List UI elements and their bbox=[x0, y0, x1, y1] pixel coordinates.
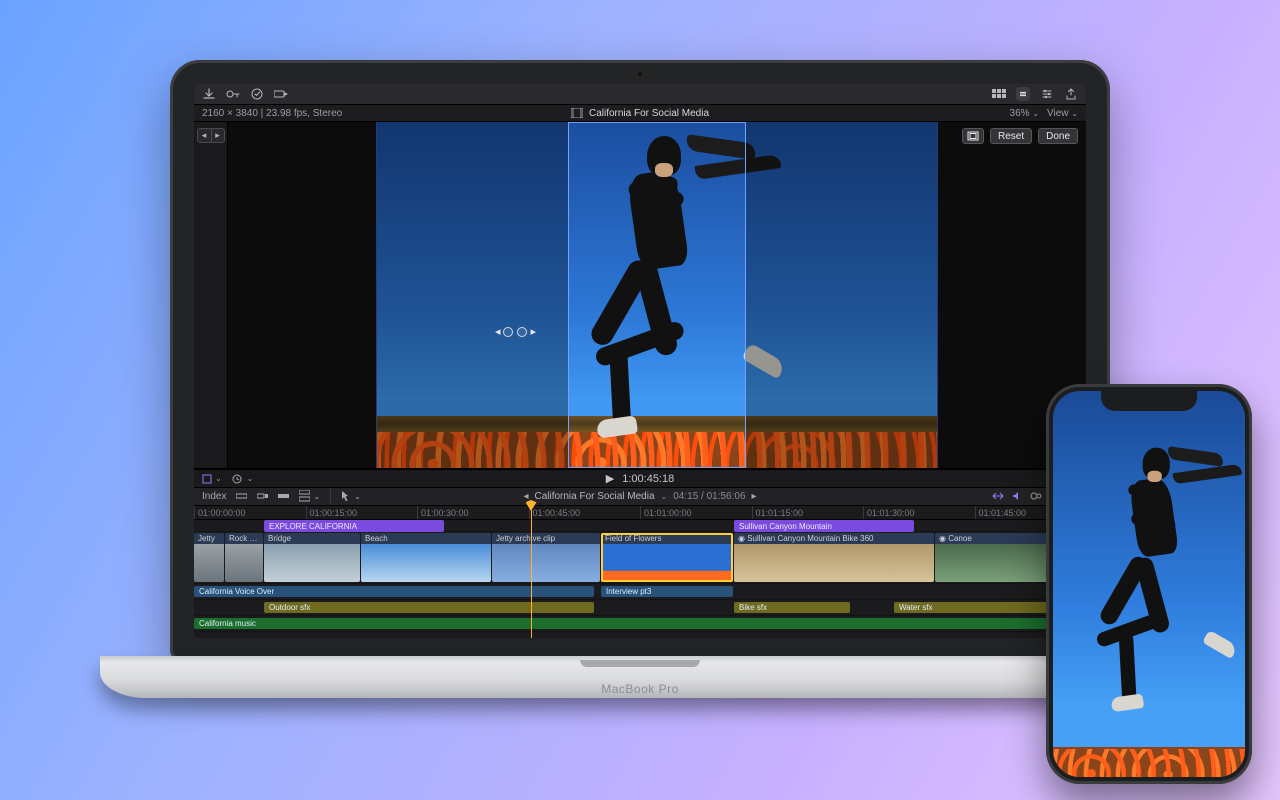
iphone-runner-silhouette bbox=[1073, 442, 1225, 706]
reset-button[interactable]: Reset bbox=[990, 128, 1032, 144]
video-clip[interactable]: Jetty archive clip bbox=[492, 533, 600, 582]
viewer-canvas[interactable]: ◂▸ bbox=[377, 122, 937, 468]
macbook-hinge: MacBook Pro bbox=[100, 656, 1180, 698]
timeline-project-name[interactable]: California For Social Media bbox=[534, 491, 654, 502]
macbook-screen: 2160 × 3840 | 23.98 fps, Stereo Californ… bbox=[194, 84, 1086, 638]
audio-clip[interactable]: Outdoor sfx bbox=[264, 602, 594, 613]
canvas-flowers bbox=[377, 432, 937, 468]
timeline-history-fwd-icon[interactable]: ▸ bbox=[752, 491, 757, 502]
ruler-tick: 01:01:30:00 bbox=[863, 506, 915, 519]
iphone-screen bbox=[1053, 391, 1245, 777]
solo-icon[interactable] bbox=[1030, 491, 1042, 501]
inspector-icon[interactable] bbox=[1040, 87, 1054, 101]
ruler-tick: 01:01:45:00 bbox=[975, 506, 1027, 519]
transform-menu[interactable]: ⌄ bbox=[202, 474, 222, 484]
insert-clip-icon[interactable] bbox=[236, 491, 247, 501]
chapter-marker[interactable]: Sullivan Canyon Mountain bbox=[734, 520, 914, 532]
dialogue-lane[interactable]: California Voice Over Interview pt3 bbox=[194, 584, 1086, 600]
transport-bar: ⌄ ⌄ ▶ 1:00:45:18 bbox=[194, 469, 1086, 486]
share-icon[interactable] bbox=[1064, 87, 1078, 101]
video-clip[interactable]: Field of Flowers bbox=[601, 533, 733, 582]
ruler-tick: 01:01:15:00 bbox=[752, 506, 804, 519]
ruler-tick: 01:00:45:00 bbox=[529, 506, 581, 519]
audio-clip[interactable]: Interview pt3 bbox=[601, 586, 733, 597]
layout-grid-icon[interactable] bbox=[992, 87, 1006, 101]
audio-skim-icon[interactable] bbox=[1012, 491, 1022, 501]
video-editor-app: 2160 × 3840 | 23.98 fps, Stereo Californ… bbox=[194, 84, 1086, 638]
video-clip[interactable]: Bridge bbox=[264, 533, 360, 582]
viewer-area: ◂ ▸ Reset Done bbox=[194, 122, 1086, 469]
iphone-flowers bbox=[1053, 749, 1245, 777]
toolbar-left-group bbox=[202, 87, 288, 101]
audio-clip[interactable]: Bike sfx bbox=[734, 602, 850, 613]
app-toolbar bbox=[194, 84, 1086, 105]
append-clip-icon[interactable] bbox=[257, 491, 268, 501]
app-infobar: 2160 × 3840 | 23.98 fps, Stereo Californ… bbox=[194, 105, 1086, 122]
viewer-canvas-wrap[interactable]: Reset Done bbox=[228, 122, 1086, 468]
video-lane[interactable]: JettyRock climbBridgeBeachJetty archive … bbox=[194, 532, 1086, 584]
timeline-toolbar: Index ⌄ ⌄ ◂ California For Social Media … bbox=[194, 487, 1086, 506]
retime-menu[interactable]: ⌄ bbox=[232, 474, 254, 484]
viewer-top-buttons: Reset Done bbox=[962, 128, 1078, 144]
marker-lane: EXPLORE CALIFORNIA Sullivan Canyon Mounta… bbox=[194, 520, 1086, 532]
crop-mode-button[interactable] bbox=[962, 128, 984, 144]
playhead[interactable] bbox=[531, 504, 532, 638]
macbook-frame: 2160 × 3840 | 23.98 fps, Stereo Californ… bbox=[170, 60, 1110, 680]
ruler-tick: 01:00:00:00 bbox=[194, 506, 246, 519]
library-toggle-icon[interactable] bbox=[274, 87, 288, 101]
chapter-marker[interactable]: EXPLORE CALIFORNIA bbox=[264, 520, 444, 532]
overwrite-clip-icon[interactable] bbox=[278, 491, 289, 501]
transform-tools: ⌄ ⌄ bbox=[202, 474, 253, 484]
play-button[interactable]: ▶ bbox=[606, 472, 614, 485]
audio-clip[interactable]: California music bbox=[194, 618, 1086, 629]
ruler-tick: 01:00:15:00 bbox=[306, 506, 358, 519]
iphone-notch bbox=[1101, 391, 1197, 411]
video-clip[interactable]: Rock climb bbox=[225, 533, 263, 582]
bg-tasks-icon[interactable] bbox=[250, 87, 264, 101]
video-clip[interactable]: Jetty bbox=[194, 533, 224, 582]
macbook-label: MacBook Pro bbox=[601, 682, 679, 696]
ruler-tick: 01:00:30:00 bbox=[417, 506, 469, 519]
project-title-group: California For Social Media bbox=[571, 108, 709, 119]
done-button[interactable]: Done bbox=[1038, 128, 1078, 144]
sfx-lane[interactable]: Outdoor sfxBike sfxWater sfx bbox=[194, 600, 1086, 616]
keyword-icon[interactable] bbox=[226, 87, 240, 101]
music-lane[interactable]: California music bbox=[194, 616, 1086, 632]
timeline-position: 04:15 / 01:56:06 bbox=[673, 491, 745, 502]
timeline-ruler[interactable]: 01:00:00:00 01:00:15:00 01:00:30:00 01:00:4… bbox=[194, 506, 1086, 520]
audio-clip[interactable]: California Voice Over bbox=[194, 586, 594, 597]
import-icon[interactable] bbox=[202, 87, 216, 101]
view-menu[interactable]: View ⌄ bbox=[1047, 108, 1078, 119]
timeline-index-button[interactable]: Index bbox=[202, 491, 226, 502]
video-clip[interactable]: ◉ Sullivan Canyon Mountain Bike 360 bbox=[734, 533, 934, 582]
angle-left-icon[interactable]: ◂ bbox=[198, 129, 211, 142]
toolbar-right-group bbox=[992, 87, 1078, 101]
iphone-body bbox=[1046, 384, 1252, 784]
timeline-body[interactable]: EXPLORE CALIFORNIA Sullivan Canyon Mounta… bbox=[194, 520, 1086, 638]
viewer-zoom[interactable]: 36% ⌄ bbox=[1010, 108, 1040, 119]
angle-toggle[interactable]: ◂ ▸ bbox=[197, 128, 225, 143]
viewer-sidebar: ◂ ▸ bbox=[194, 122, 228, 468]
timeline-history-back-icon[interactable]: ◂ bbox=[523, 491, 528, 502]
ruler-tick: 01:01:00:00 bbox=[640, 506, 692, 519]
iphone-frame bbox=[1046, 384, 1252, 784]
angle-right-icon[interactable]: ▸ bbox=[211, 129, 224, 142]
project-title: California For Social Media bbox=[589, 108, 709, 119]
layout-list-icon[interactable] bbox=[1016, 87, 1030, 101]
filmstrip-icon bbox=[571, 108, 583, 118]
macbook-bezel: 2160 × 3840 | 23.98 fps, Stereo Californ… bbox=[170, 60, 1110, 660]
video-clip[interactable]: Beach bbox=[361, 533, 491, 582]
clip-format-label: 2160 × 3840 | 23.98 fps, Stereo bbox=[202, 108, 342, 119]
skimming-icon[interactable] bbox=[992, 491, 1004, 501]
macbook-camera bbox=[637, 71, 643, 77]
arrow-tool-icon[interactable]: ⌄ bbox=[341, 490, 361, 502]
connect-clip-icon[interactable]: ⌄ bbox=[299, 490, 320, 502]
viewer-timecode: 1:00:45:18 bbox=[622, 473, 674, 485]
